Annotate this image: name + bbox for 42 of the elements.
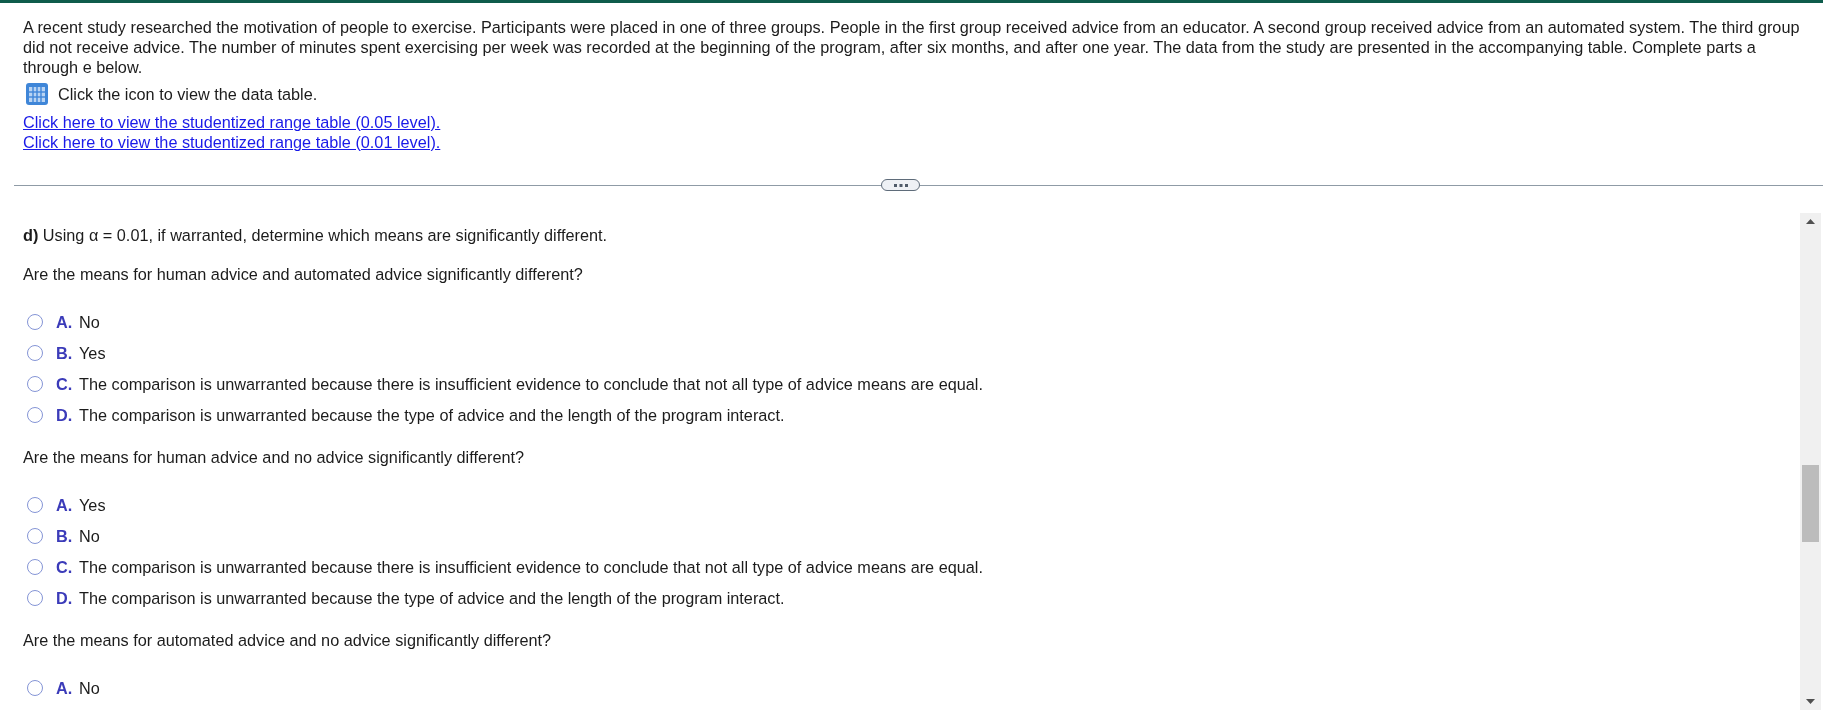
data-table-hint: Click the icon to view the data table.	[58, 84, 318, 104]
option-text: The comparison is unwarranted because there is insufficient evidence to conclude that not all type of advice means are equal.	[79, 557, 983, 577]
option-letter: C.	[56, 374, 74, 394]
option-letter: A.	[56, 495, 74, 515]
problem-statement: A recent study researched the motivation of people to exercise. Participants were placed in one of three groups. People in the first group received advice from an educator. A second group received advice from an automated system. The third group did not receive advice. The number of minutes spent exercising per week was recorded at the beginning of the program, after six months, and after one year. The data from the study are presented in the accompanying table. Complete parts a through e below.	[23, 17, 1801, 77]
data-table-icon[interactable]	[26, 83, 48, 105]
option-letter: D.	[56, 588, 74, 608]
radio-button[interactable]	[27, 407, 43, 423]
option-text: The comparison is unwarranted because the type of advice and the length of the program interact.	[79, 588, 785, 608]
range-table-link[interactable]: Click here to view the studentized range table (0.05 level).	[23, 112, 441, 132]
radio-button[interactable]	[27, 590, 43, 606]
option-letter: D.	[56, 405, 74, 425]
option-text: No	[79, 312, 100, 332]
option-text: Yes	[79, 343, 106, 363]
scrollbar-track[interactable]	[1800, 213, 1821, 710]
radio-button[interactable]	[27, 376, 43, 392]
range-table-link[interactable]: Click here to view the studentized range table (0.01 level).	[23, 132, 441, 152]
question-prompt: Are the means for human advice and no advice significantly different?	[23, 447, 526, 467]
option-text: The comparison is unwarranted because the type of advice and the length of the program interact.	[79, 405, 785, 425]
option-letter: C.	[56, 557, 74, 577]
radio-button[interactable]	[27, 559, 43, 575]
option-text: No	[79, 526, 100, 546]
part-instruction: d) Using α = 0.01, if warranted, determine which means are significantly different.	[23, 225, 608, 245]
option-text: The comparison is unwarranted because there is insufficient evidence to conclude that not all type of advice means are equal.	[79, 374, 983, 394]
scroll-down-icon[interactable]	[1806, 699, 1815, 704]
scrollbar-thumb[interactable]	[1802, 465, 1819, 542]
radio-button[interactable]	[27, 497, 43, 513]
splitter-handle[interactable]	[881, 179, 920, 191]
option-text: Yes	[79, 495, 106, 515]
dots-icon	[893, 183, 908, 187]
option-letter: B.	[56, 343, 74, 363]
radio-button[interactable]	[27, 345, 43, 361]
radio-button[interactable]	[27, 680, 43, 696]
option-text: No	[79, 678, 100, 698]
option-letter: A.	[56, 678, 74, 698]
question-prompt: Are the means for automated advice and no advice significantly different?	[23, 630, 553, 650]
radio-button[interactable]	[27, 314, 43, 330]
scroll-up-icon[interactable]	[1806, 219, 1815, 224]
option-letter: A.	[56, 312, 74, 332]
question-prompt: Are the means for human advice and automated advice significantly different?	[23, 264, 584, 284]
radio-button[interactable]	[27, 528, 43, 544]
option-letter: B.	[56, 526, 74, 546]
